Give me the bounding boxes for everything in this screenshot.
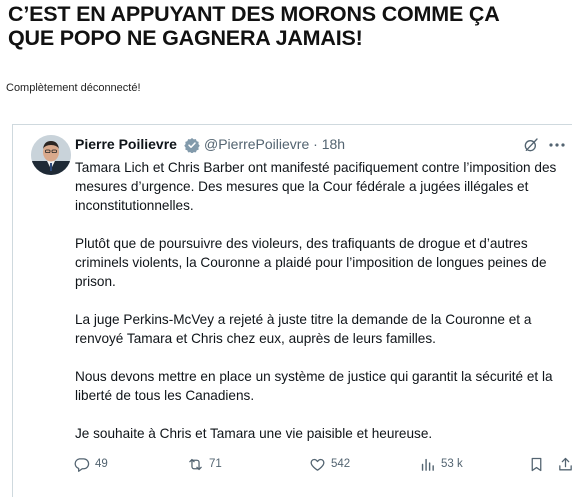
heart-icon: [310, 458, 325, 471]
like-button[interactable]: 542: [309, 454, 350, 474]
headline-line-1: C’EST EN APPUYANT DES MORONS COMME ÇA: [8, 2, 500, 26]
share-icon: [559, 457, 572, 470]
views-icon: [421, 458, 434, 471]
repost-button[interactable]: 71: [187, 454, 222, 474]
handle-and-time[interactable]: @PierrePoilievre · 18h: [204, 136, 345, 152]
author-name[interactable]: Pierre Poilievre: [75, 136, 177, 152]
headline-line-2: QUE POPO NE GAGNERA JAMAIS!: [8, 26, 363, 50]
tweet-paragraph: La juge Perkins-McVey a rejeté à juste t…: [75, 312, 532, 346]
repost-icon: [189, 458, 202, 470]
author-avatar[interactable]: [31, 135, 71, 175]
reply-icon: [74, 457, 90, 472]
reply-button[interactable]: 49: [73, 454, 108, 474]
tweet-paragraph: Tamara Lich et Chris Barber ont manifest…: [75, 160, 557, 213]
tweet-paragraph: Je souhaite à Chris et Tamara une vie pa…: [75, 426, 433, 441]
views-count: 53 k: [441, 458, 463, 470]
tweet-paragraph: Nous devons mettre en place un système d…: [75, 369, 553, 403]
tweet-action-bar: 49 71 542 53 k: [73, 454, 572, 474]
like-count: 542: [331, 458, 351, 470]
share-button[interactable]: [557, 454, 572, 474]
tweet-text: Tamara Lich et Chris Barber ont manifest…: [75, 158, 572, 462]
views-button[interactable]: 53 k: [419, 454, 463, 474]
post-subtitle: Complètement déconnecté!: [6, 82, 141, 94]
more-icon[interactable]: [548, 137, 566, 153]
bookmark-button[interactable]: [528, 454, 550, 474]
reply-count: 49: [95, 458, 108, 470]
repost-count: 71: [209, 458, 222, 470]
grok-icon[interactable]: [523, 137, 539, 153]
bookmark-icon: [531, 457, 542, 471]
embedded-tweet-card[interactable]: Pierre Poilievre @PierrePoilievre · 18h …: [12, 124, 572, 497]
tweet-paragraph: Plutôt que de poursuivre des violeurs, d…: [75, 236, 547, 289]
verified-badge-icon: [184, 137, 200, 154]
post-headline: C’EST EN APPUYANT DES MORONS COMME ÇA QU…: [8, 2, 568, 50]
